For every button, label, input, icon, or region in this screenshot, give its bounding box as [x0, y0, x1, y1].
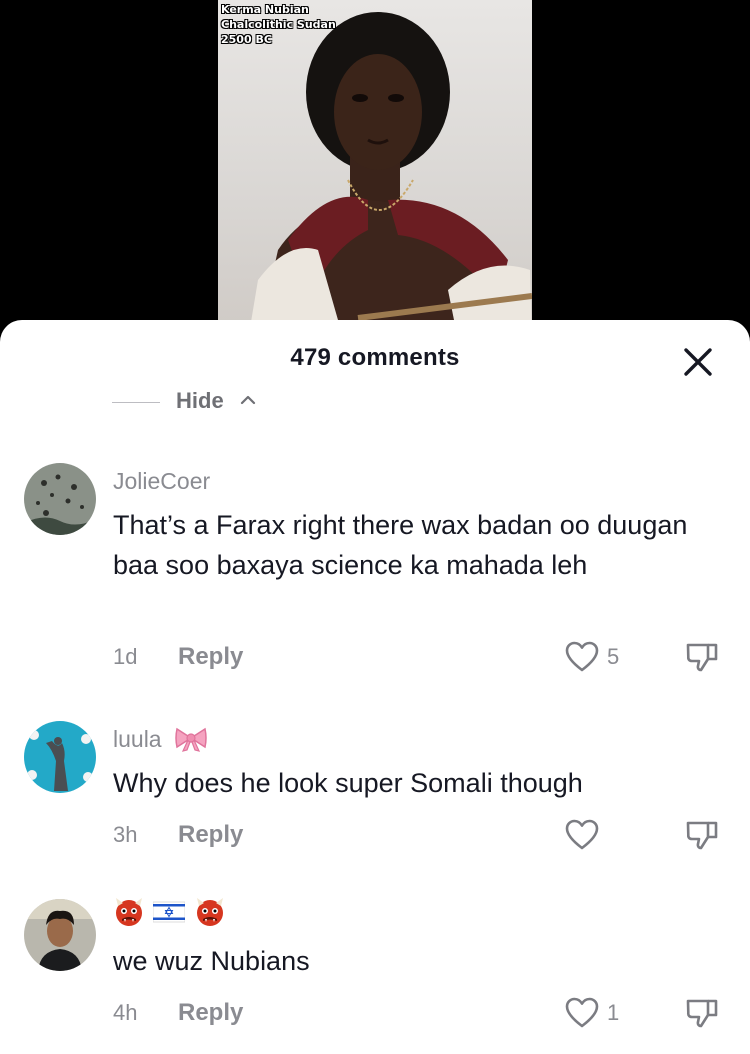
like-count: 1	[607, 1000, 620, 1025]
dislike-icon	[686, 821, 718, 850]
avatar[interactable]	[24, 721, 96, 793]
overlay-line: 2500 BC	[221, 33, 272, 46]
comments-sheet: 479 comments Hide JolieCoer That’s a Far…	[0, 320, 750, 1054]
reply-button[interactable]: Reply	[178, 643, 243, 671]
dislike-icon	[686, 643, 718, 672]
comment-item: luula Why does he look super Somali thou…	[0, 718, 750, 868]
overlay-line: Kerma Nubian	[221, 3, 309, 16]
like-count: 5	[607, 644, 620, 669]
like-button[interactable]	[564, 996, 600, 1030]
dislike-icon	[686, 999, 718, 1028]
hide-label: Hide	[176, 388, 224, 413]
bow-emoji	[175, 727, 207, 752]
comment-timestamp: 1d	[113, 644, 138, 669]
israel-flag-emoji	[153, 901, 186, 923]
like-button[interactable]	[564, 640, 600, 674]
avatar-image	[24, 899, 96, 971]
comment-text: we wuz Nubians	[113, 946, 310, 976]
video-overlay-caption: Kerma Nubian Chalcolithic Sudan 2500 BC	[221, 2, 336, 47]
comment-username[interactable]: luula	[113, 726, 208, 753]
avatar[interactable]	[24, 899, 96, 971]
ogre-emoji	[196, 898, 223, 926]
comment-text: Why does he look super Somali though	[113, 768, 583, 798]
comment-timestamp: 3h	[113, 822, 138, 847]
comment-username[interactable]	[113, 896, 226, 928]
comment-username[interactable]: JolieCoer	[113, 468, 210, 495]
heart-icon	[565, 819, 599, 850]
comment-text: That’s a Farax right there wax badan oo …	[113, 510, 688, 580]
portrait-image	[248, 12, 532, 340]
comments-count-title: 479 comments	[290, 344, 460, 371]
divider	[112, 402, 160, 403]
overlay-line: Chalcolithic Sudan	[221, 18, 336, 31]
reply-button[interactable]: Reply	[178, 999, 243, 1027]
ogre-emoji	[116, 898, 142, 926]
comment-item: JolieCoer That’s a Farax right there wax…	[0, 460, 750, 680]
close-icon	[684, 348, 712, 376]
avatar-image	[24, 721, 96, 793]
avatar[interactable]	[24, 463, 96, 535]
chevron-up-icon	[240, 395, 256, 405]
hide-replies-button[interactable]: Hide	[112, 388, 312, 414]
dislike-button[interactable]	[684, 995, 720, 1031]
avatar-image	[24, 463, 96, 535]
username-text: luula	[113, 726, 162, 752]
close-button[interactable]	[680, 344, 716, 380]
video-frame[interactable]: Kerma Nubian Chalcolithic Sudan 2500 BC	[218, 0, 532, 340]
comment-timestamp: 4h	[113, 1000, 138, 1025]
reply-button[interactable]: Reply	[178, 821, 243, 849]
heart-icon	[565, 641, 599, 672]
dislike-button[interactable]	[684, 817, 720, 853]
like-button[interactable]	[564, 818, 600, 852]
comment-item: we wuz Nubians 4h Reply 1	[0, 896, 750, 1046]
heart-icon	[565, 997, 599, 1028]
video-player[interactable]: Kerma Nubian Chalcolithic Sudan 2500 BC	[0, 0, 750, 340]
dislike-button[interactable]	[684, 639, 720, 675]
